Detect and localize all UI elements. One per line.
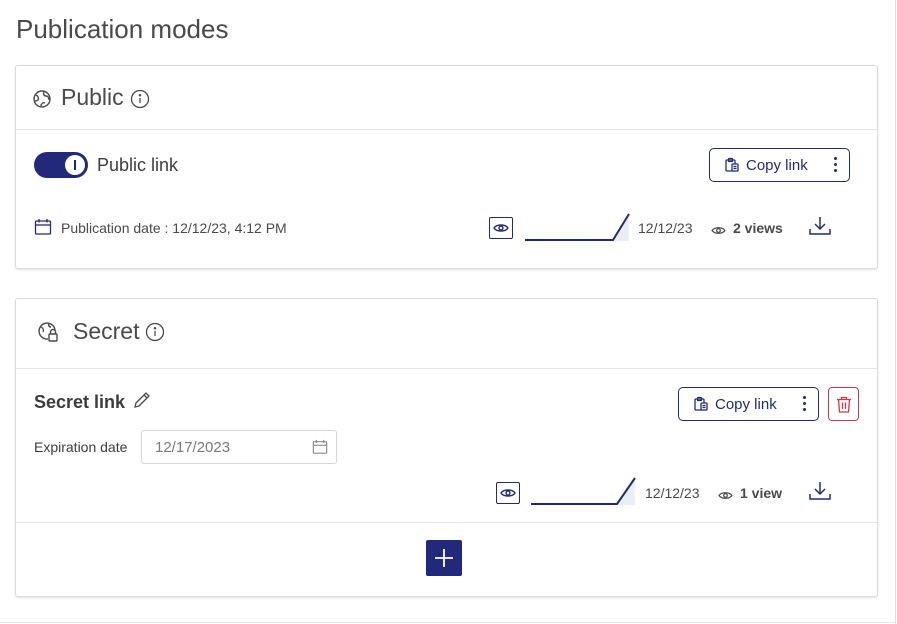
public-views-count: 2 views [733, 220, 783, 236]
clipboard-icon [693, 396, 709, 412]
plus-icon [434, 548, 454, 568]
public-views-sparkline [525, 213, 630, 241]
eye-icon [493, 222, 509, 234]
secret-card-footer-divider [16, 522, 877, 523]
calendar-icon[interactable] [312, 439, 328, 459]
public-link-toggle[interactable] [34, 152, 88, 178]
calendar-icon [34, 218, 52, 241]
eye-icon [711, 223, 726, 241]
copy-link-label: Copy link [715, 395, 777, 413]
public-preview-button[interactable] [489, 217, 513, 239]
secret-section-title: Secret [73, 318, 140, 344]
secret-copy-link-button[interactable]: Copy link [678, 387, 819, 421]
trash-icon [836, 396, 852, 413]
public-card-divider [16, 129, 877, 130]
download-icon[interactable] [808, 215, 832, 242]
page-title: Publication modes [16, 14, 229, 44]
pencil-icon[interactable] [132, 390, 152, 415]
more-vertical-icon[interactable] [803, 396, 806, 411]
public-stats-date: 12/12/23 [638, 220, 693, 236]
globe-lock-icon [36, 320, 60, 344]
expiration-date-input[interactable]: 12/17/2023 [141, 430, 337, 464]
secret-card: Secret Secret link Copy link Expiration … [15, 298, 878, 597]
public-copy-link-button[interactable]: Copy link [709, 148, 850, 182]
public-section-title: Public [61, 84, 124, 110]
toggle-knob [65, 155, 85, 175]
globe-icon [32, 89, 52, 109]
secret-stats-date: 12/12/23 [645, 485, 700, 501]
download-icon[interactable] [808, 480, 832, 507]
add-secret-link-button[interactable] [426, 540, 462, 576]
secret-preview-button[interactable] [496, 482, 520, 504]
secret-card-divider [16, 368, 877, 369]
expiration-date-value: 12/17/2023 [155, 438, 231, 456]
panel-right-border [895, 0, 896, 624]
secret-link-name: Secret link [34, 392, 126, 412]
public-card: Public Public link Copy link Publication… [15, 65, 878, 269]
clipboard-icon [724, 157, 740, 173]
expiration-date-label: Expiration date [34, 439, 128, 455]
info-icon[interactable] [145, 322, 165, 342]
publication-date-text: Publication date : 12/12/23, 4:12 PM [61, 220, 287, 236]
eye-icon [500, 487, 516, 499]
secret-views-count: 1 view [740, 485, 783, 501]
public-link-label: Public link [97, 155, 179, 175]
delete-secret-link-button[interactable] [828, 387, 859, 421]
info-icon[interactable] [130, 89, 150, 109]
copy-link-label: Copy link [746, 156, 808, 174]
panel-bottom-border [0, 622, 896, 623]
secret-views-sparkline [531, 477, 636, 505]
eye-icon [718, 488, 733, 506]
more-vertical-icon[interactable] [834, 157, 837, 172]
